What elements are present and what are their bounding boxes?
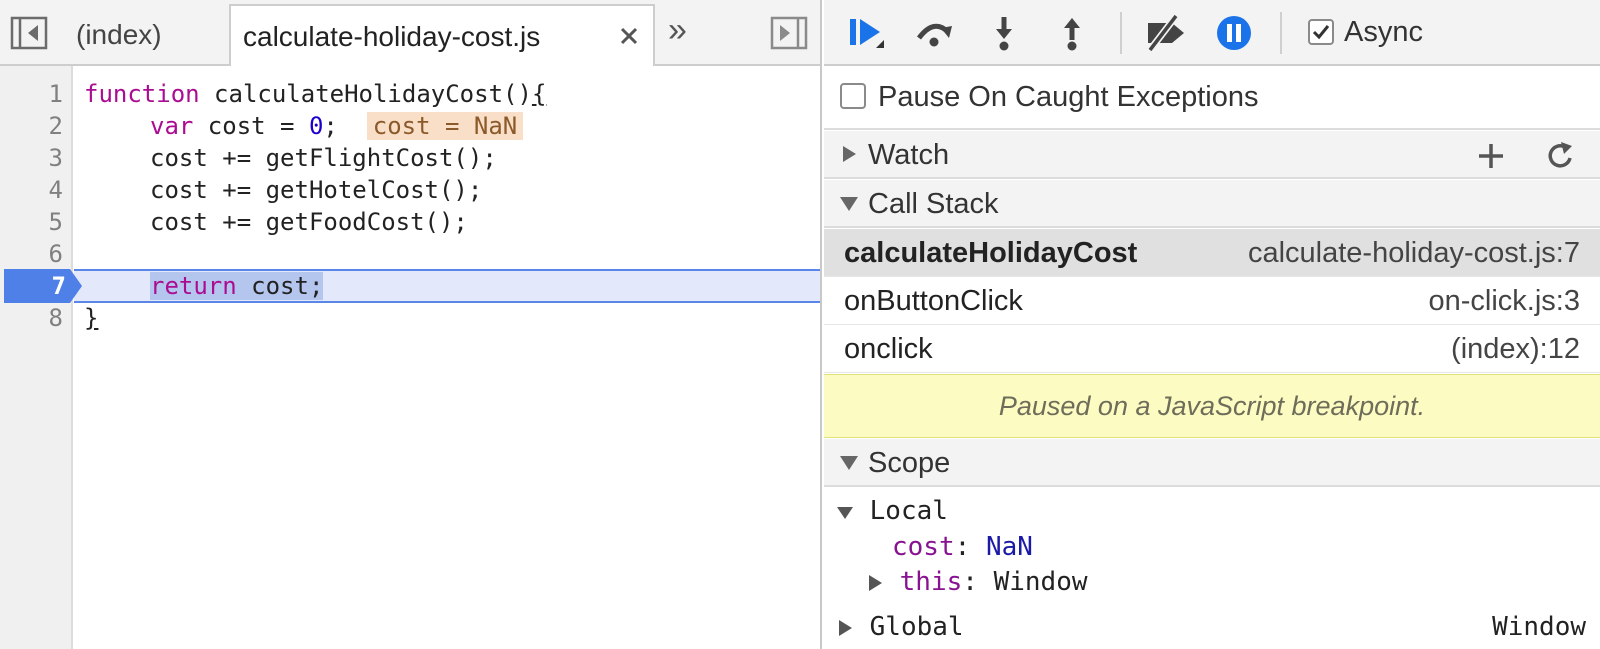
step-out-icon bbox=[1064, 18, 1080, 51]
collapse-triangle-icon bbox=[840, 456, 858, 470]
code-text: { bbox=[531, 80, 547, 108]
tab-label: calculate-holiday-cost.js bbox=[243, 21, 541, 52]
watch-title: Watch bbox=[868, 139, 950, 171]
call-frame-function: onButtonClick bbox=[844, 285, 1023, 317]
scope-global-label: Global bbox=[869, 612, 964, 642]
code-text: calculateHolidayCost() bbox=[199, 80, 532, 108]
deactivate-breakpoints-button[interactable] bbox=[1142, 13, 1192, 53]
paused-message: Paused on a JavaScript breakpoint. bbox=[998, 391, 1426, 421]
line-number[interactable]: 8 bbox=[3, 302, 63, 334]
breakpoint-line-number[interactable]: 7 bbox=[4, 269, 66, 303]
code-line-8[interactable]: } bbox=[84, 302, 98, 334]
paused-status-banner: Paused on a JavaScript breakpoint. bbox=[824, 374, 1600, 438]
pause-on-exceptions-icon bbox=[1217, 16, 1251, 50]
close-tab-icon[interactable] bbox=[617, 24, 641, 48]
toolbar-separator bbox=[1120, 12, 1122, 54]
number-literal: 0 bbox=[308, 112, 324, 140]
code-text: cost = bbox=[193, 112, 309, 140]
resume-icon bbox=[850, 19, 884, 48]
step-into-icon bbox=[996, 17, 1012, 51]
async-checkbox[interactable] bbox=[1308, 19, 1334, 45]
tab-calculate-holiday-cost[interactable]: calculate-holiday-cost.js bbox=[229, 4, 655, 66]
async-label[interactable]: Async bbox=[1344, 0, 1423, 64]
watch-section-header[interactable]: Watch bbox=[824, 131, 1600, 179]
toggle-debugger-sidebar-icon[interactable] bbox=[770, 16, 808, 50]
step-out-button[interactable] bbox=[1052, 14, 1092, 52]
toolbar-separator bbox=[1280, 12, 1282, 54]
line-number[interactable]: 4 bbox=[3, 174, 63, 206]
code-line-2[interactable]: var cost = 0; cost = NaN bbox=[150, 110, 524, 142]
collapse-triangle-icon bbox=[840, 197, 858, 211]
property-value: NaN bbox=[985, 532, 1033, 562]
property-name: cost bbox=[892, 532, 955, 562]
resume-button[interactable] bbox=[846, 14, 886, 52]
keyword: var bbox=[150, 112, 194, 140]
line-number[interactable]: 2 bbox=[3, 110, 63, 142]
code-line-7[interactable]: return cost; bbox=[150, 270, 324, 302]
scope-section-header[interactable]: Scope bbox=[824, 439, 1600, 487]
call-frame-location[interactable]: calculate-holiday-cost.js:7 bbox=[1248, 229, 1580, 277]
pause-on-exceptions-button[interactable] bbox=[1214, 14, 1254, 52]
call-frame-location[interactable]: on-click.js:3 bbox=[1429, 277, 1581, 325]
debugger-sidebar: Async Pause On Caught Exceptions Watch C… bbox=[824, 0, 1600, 649]
scope-global-node[interactable]: Global bbox=[836, 610, 964, 644]
code-line-3[interactable]: cost += getFlightCost(); bbox=[150, 142, 497, 174]
expand-triangle-icon bbox=[843, 146, 856, 162]
inline-variable-value: cost = NaN bbox=[366, 112, 524, 140]
call-stack-title: Call Stack bbox=[868, 188, 999, 220]
call-frame-function: onclick bbox=[844, 333, 933, 365]
toggle-navigator-icon[interactable] bbox=[10, 16, 48, 50]
property-name: this bbox=[899, 567, 963, 597]
code-line-5[interactable]: cost += getFoodCost(); bbox=[150, 206, 468, 238]
pause-on-caught-label[interactable]: Pause On Caught Exceptions bbox=[878, 66, 1258, 128]
code-line-4[interactable]: cost += getHotelCost(); bbox=[150, 174, 482, 206]
line-number[interactable]: 3 bbox=[3, 142, 63, 174]
step-into-button[interactable] bbox=[984, 14, 1024, 52]
property-value: Window bbox=[993, 567, 1088, 597]
expand-triangle-icon bbox=[839, 619, 852, 636]
call-frame-location[interactable]: (index):12 bbox=[1451, 325, 1580, 373]
pause-on-caught-exceptions-row[interactable]: Pause On Caught Exceptions bbox=[824, 66, 1600, 130]
deactivate-breakpoints-icon bbox=[1147, 13, 1184, 53]
line-number[interactable]: 6 bbox=[3, 238, 63, 270]
expand-triangle-icon bbox=[869, 574, 882, 591]
step-over-button[interactable] bbox=[914, 14, 954, 52]
debugger-toolbar: Async bbox=[824, 0, 1600, 66]
tab-index[interactable]: (index) bbox=[76, 0, 162, 64]
scope-property-this[interactable]: this: Window bbox=[866, 565, 1088, 599]
checkmark-icon bbox=[1312, 25, 1330, 40]
collapse-triangle-icon bbox=[837, 506, 853, 519]
refresh-watch-icon[interactable] bbox=[1546, 141, 1576, 171]
code-text: cost; bbox=[236, 272, 324, 300]
scope-title: Scope bbox=[868, 447, 951, 479]
call-stack-section-header[interactable]: Call Stack bbox=[824, 180, 1600, 228]
add-watch-icon[interactable] bbox=[1476, 141, 1506, 171]
more-tabs-button[interactable]: » bbox=[668, 10, 687, 50]
pause-on-caught-checkbox[interactable] bbox=[840, 83, 866, 109]
code-line-1[interactable]: function calculateHolidayCost(){ bbox=[84, 78, 546, 110]
step-over-icon bbox=[917, 23, 952, 47]
code-text: ; bbox=[323, 112, 338, 140]
line-number[interactable]: 5 bbox=[3, 206, 63, 238]
scope-local-label: Local bbox=[869, 496, 948, 526]
editor-tab-bar: (index) calculate-holiday-cost.js » bbox=[0, 0, 820, 66]
sources-editor-pane: (index) calculate-holiday-cost.js » 1 2 … bbox=[0, 0, 822, 649]
call-frame-row[interactable]: onclick (index):12 bbox=[824, 325, 1600, 373]
call-frame-row[interactable]: onButtonClick on-click.js:3 bbox=[824, 277, 1600, 325]
keyword: function bbox=[84, 80, 200, 108]
call-frame-function: calculateHolidayCost bbox=[844, 237, 1138, 269]
scope-local-node[interactable]: Local bbox=[836, 494, 948, 528]
code-editor[interactable]: 1 2 3 4 5 6 8 7 function calculateHolida… bbox=[0, 66, 820, 649]
keyword: return bbox=[150, 272, 237, 300]
scope-property-cost[interactable]: cost: NaN bbox=[892, 530, 1033, 564]
line-number[interactable]: 1 bbox=[3, 78, 63, 110]
call-frame-row[interactable]: calculateHolidayCost calculate-holiday-c… bbox=[824, 229, 1600, 277]
scope-global-value: Window bbox=[1492, 612, 1586, 642]
line-number-gutter[interactable]: 1 2 3 4 5 6 8 bbox=[0, 66, 73, 649]
